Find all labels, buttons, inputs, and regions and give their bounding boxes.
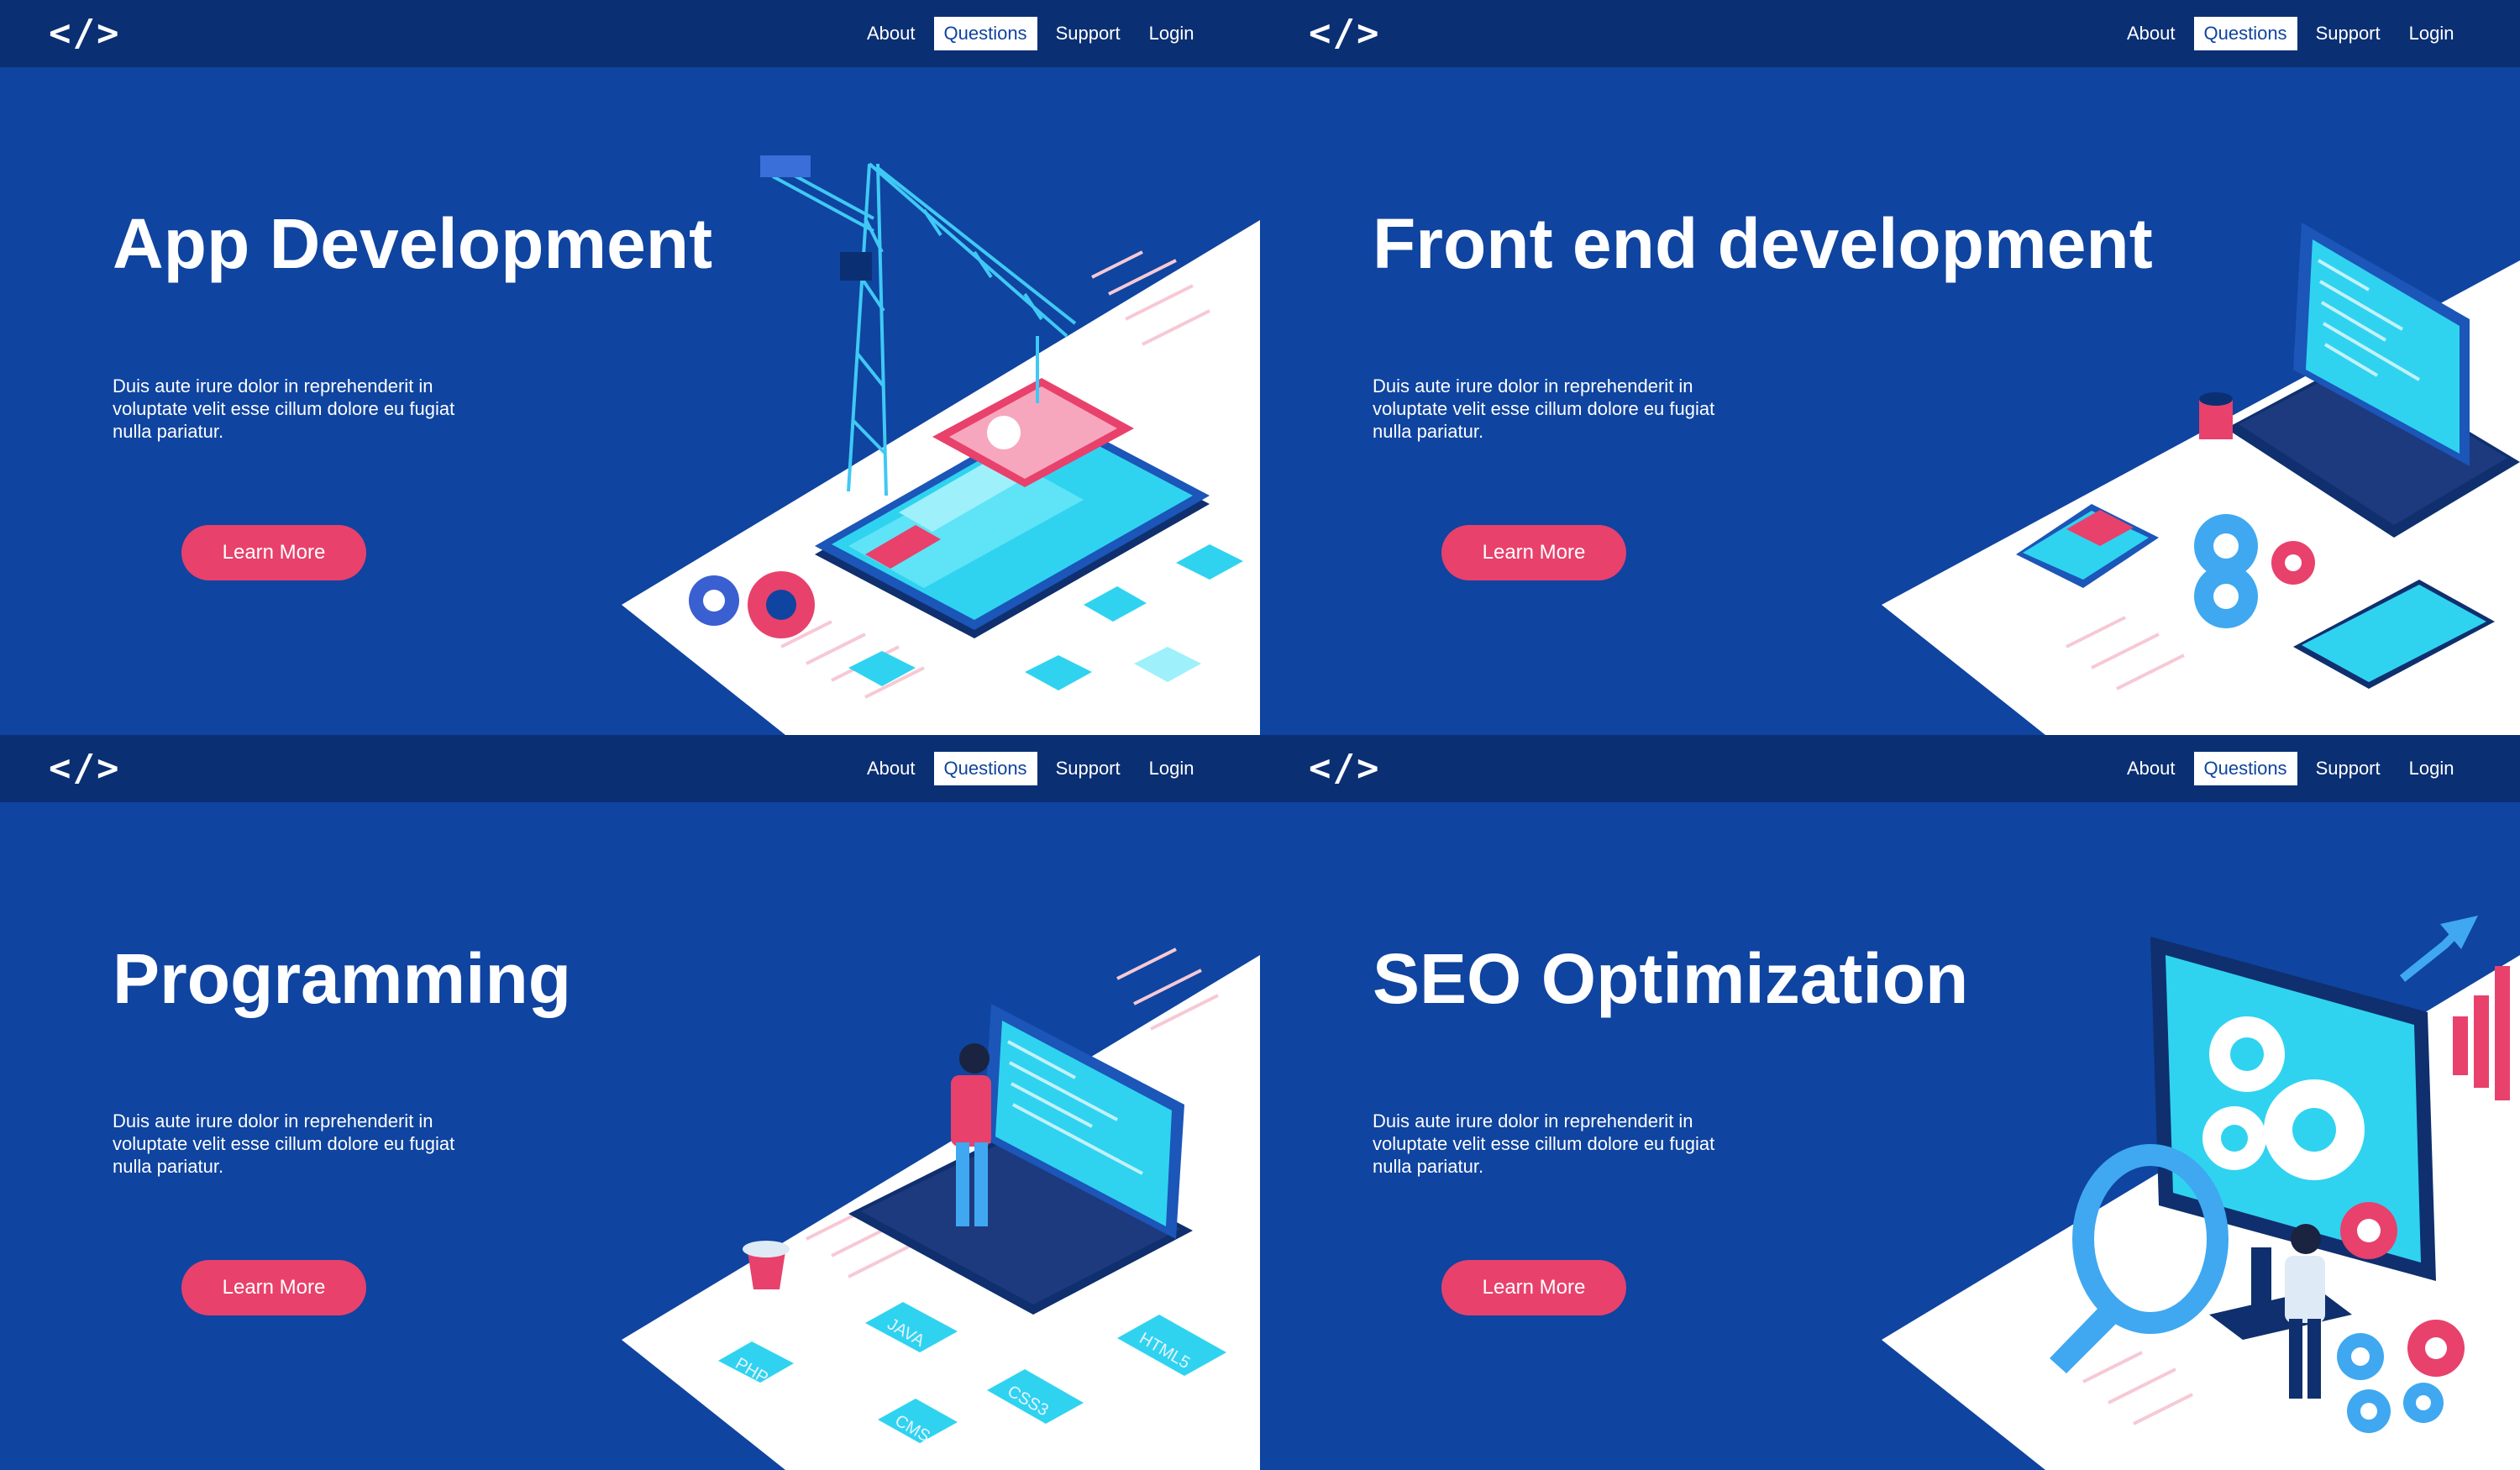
top-nav: </> About Questions Support Login xyxy=(0,735,1260,802)
nav-login[interactable]: Login xyxy=(2399,17,2465,50)
code-logo-icon[interactable]: </> xyxy=(49,747,120,790)
top-nav: </> About Questions Support Login xyxy=(1260,735,2520,802)
learn-more-button[interactable]: Learn More xyxy=(181,1260,366,1315)
nav-login[interactable]: Login xyxy=(2399,752,2465,785)
learn-more-button[interactable]: Learn More xyxy=(181,525,366,580)
page-title: App Development xyxy=(113,204,713,283)
top-nav: </> About Questions Support Login xyxy=(0,0,1260,67)
programming-illustration: PHP JAVA HTML5 CMS CSS3 xyxy=(622,948,1260,1470)
nav-support[interactable]: Support xyxy=(1046,17,1131,50)
description: Duis aute irure dolor in reprehenderit i… xyxy=(113,1110,455,1177)
code-logo-icon[interactable]: </> xyxy=(1309,12,1380,55)
seo-illustration xyxy=(1882,916,2520,1470)
nav-questions[interactable]: Questions xyxy=(2193,17,2297,50)
learn-more-button[interactable]: Learn More xyxy=(1441,525,1626,580)
front-end-illustration xyxy=(1882,223,2520,735)
nav-about[interactable]: About xyxy=(857,752,926,785)
top-nav: </> About Questions Support Login xyxy=(1260,0,2520,67)
nav-menu: About Questions Support Login xyxy=(857,17,1212,50)
nav-login[interactable]: Login xyxy=(1139,17,1205,50)
description: Duis aute irure dolor in reprehenderit i… xyxy=(1373,375,1715,442)
nav-about[interactable]: About xyxy=(857,17,926,50)
page-title: Front end development xyxy=(1373,204,2153,283)
nav-menu: About Questions Support Login xyxy=(857,752,1212,785)
nav-support[interactable]: Support xyxy=(1046,752,1131,785)
nav-menu: About Questions Support Login xyxy=(2117,752,2472,785)
app-development-illustration xyxy=(622,155,1260,735)
code-logo-icon[interactable]: </> xyxy=(49,12,120,55)
description: Duis aute irure dolor in reprehenderit i… xyxy=(1373,1110,1715,1177)
page-title: Programming xyxy=(113,939,572,1018)
panel-seo-optimization: </> About Questions Support Login SEO Op… xyxy=(1260,735,2520,1470)
code-logo-icon[interactable]: </> xyxy=(1309,747,1380,790)
nav-menu: About Questions Support Login xyxy=(2117,17,2472,50)
nav-about[interactable]: About xyxy=(2117,17,2186,50)
nav-support[interactable]: Support xyxy=(2306,752,2391,785)
panel-programming: PHP JAVA HTML5 CMS CSS3 </> About Questi… xyxy=(0,735,1260,1470)
nav-about[interactable]: About xyxy=(2117,752,2186,785)
nav-questions[interactable]: Questions xyxy=(933,17,1037,50)
page-title: SEO Optimization xyxy=(1373,939,1969,1018)
nav-questions[interactable]: Questions xyxy=(933,752,1037,785)
panel-front-end-development: </> About Questions Support Login Front … xyxy=(1260,0,2520,735)
description: Duis aute irure dolor in reprehenderit i… xyxy=(113,375,455,442)
learn-more-button[interactable]: Learn More xyxy=(1441,1260,1626,1315)
nav-questions[interactable]: Questions xyxy=(2193,752,2297,785)
banner-grid: </> About Questions Support Login App De… xyxy=(0,0,2520,1470)
nav-login[interactable]: Login xyxy=(1139,752,1205,785)
nav-support[interactable]: Support xyxy=(2306,17,2391,50)
coffee-cup-icon xyxy=(2199,392,2233,439)
panel-app-development: </> About Questions Support Login App De… xyxy=(0,0,1260,735)
